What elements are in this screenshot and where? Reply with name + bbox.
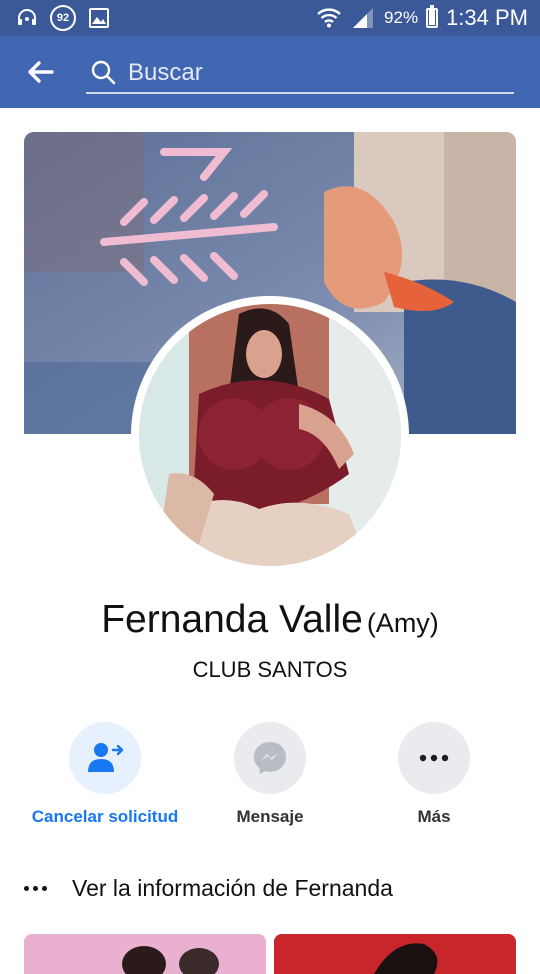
headset-icon [14, 5, 40, 31]
profile-name: Fernanda Valle [101, 598, 363, 641]
status-bar: 92 92% 1:34 PM [0, 0, 540, 36]
view-info-row[interactable]: Ver la información de Fernanda [24, 868, 516, 908]
photo-tile[interactable] [24, 934, 266, 974]
clock: 1:34 PM [446, 5, 528, 30]
wifi-icon [316, 5, 342, 31]
profile-alternate-name: (Amy) [366, 608, 439, 638]
ellipsis-icon [24, 885, 52, 891]
battery-percentage: 92% [384, 8, 419, 27]
view-info-label: Ver la información de Fernanda [72, 874, 393, 901]
messenger-icon [234, 722, 306, 794]
app-bar [0, 36, 540, 108]
profile-name-row: Fernanda Valle (Amy) [0, 598, 540, 642]
notification-count-badge: 92 [50, 5, 76, 31]
signal-icon [350, 5, 376, 31]
cancel-request-label: Cancelar solicitud [31, 807, 179, 826]
profile-bio: CLUB SANTOS [192, 657, 348, 682]
cancel-request-button[interactable]: Cancelar solicitud [20, 722, 190, 827]
cancel-request-icon [69, 722, 141, 794]
search-input[interactable] [126, 56, 510, 90]
more-button[interactable]: Más [349, 722, 519, 827]
search-bar[interactable] [86, 52, 514, 94]
photo-tile-image [274, 934, 516, 974]
photo-tile-image [24, 934, 266, 974]
message-button[interactable]: Mensaje [185, 722, 355, 827]
message-label: Mensaje [236, 807, 304, 826]
more-label: Más [417, 807, 451, 826]
battery-level-fill [429, 10, 436, 25]
battery-icon [426, 5, 439, 28]
gallery-icon [86, 5, 112, 31]
search-icon [91, 60, 116, 85]
profile-picture-image [139, 304, 401, 566]
back-arrow-icon [28, 61, 54, 83]
more-icon [398, 722, 470, 794]
back-button[interactable] [24, 56, 56, 88]
photo-tile[interactable] [274, 934, 516, 974]
profile-picture[interactable] [139, 304, 401, 566]
